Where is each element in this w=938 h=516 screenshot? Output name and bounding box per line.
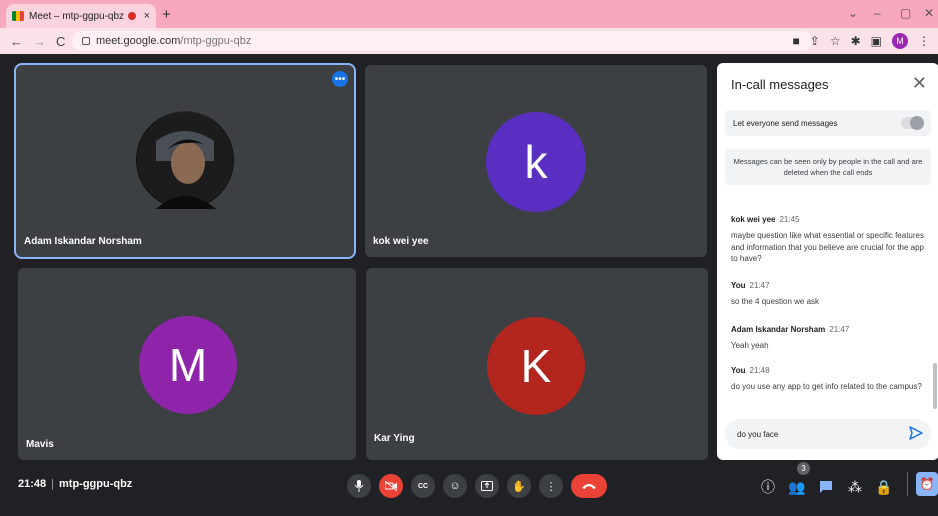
menu-kebab-icon[interactable]: ⋮: [918, 34, 930, 48]
message-sender: You: [731, 281, 746, 290]
present-screen-button[interactable]: [475, 474, 499, 498]
participant-name: kok wei yee: [373, 236, 429, 247]
message-time: 21:47: [749, 281, 770, 290]
chat-message: You 21:48 do you use any app to get info …: [731, 360, 927, 393]
participant-avatar: K: [487, 317, 585, 415]
people-icon[interactable]: 👥: [786, 476, 808, 498]
url-domain: meet.google.com: [96, 35, 181, 47]
share-icon[interactable]: ⇪: [810, 34, 820, 48]
side-panel-icon[interactable]: ▣: [871, 34, 882, 48]
browser-tab[interactable]: Meet – mtp-ggpu-qbz ×: [6, 4, 156, 28]
camera-indicator-icon[interactable]: ■: [793, 34, 800, 48]
more-options-button[interactable]: •••: [332, 71, 348, 87]
url-field[interactable]: meet.google.com/mtp-ggpu-qbz: [72, 31, 812, 51]
url-path: /mtp-ggpu-qbz: [180, 35, 252, 47]
tab-close-button[interactable]: ×: [144, 10, 150, 22]
captions-button[interactable]: CC: [411, 474, 435, 498]
extensions-icon[interactable]: ✱: [851, 34, 861, 48]
participant-tile[interactable]: k kok wei yee: [365, 65, 707, 257]
participant-tile[interactable]: ••• Adam Iskandar Norsham: [14, 63, 356, 259]
new-tab-button[interactable]: +: [162, 6, 171, 23]
leave-call-button[interactable]: [571, 474, 607, 498]
person-photo-icon: [137, 112, 233, 209]
participant-tile[interactable]: M Mavis: [18, 268, 356, 460]
toggle-knob: [910, 116, 924, 130]
separator: |: [51, 478, 54, 490]
chat-scrollbar[interactable]: [933, 363, 937, 409]
tab-title: Meet – mtp-ggpu-qbz: [29, 10, 125, 22]
close-window-button[interactable]: ✕: [924, 6, 934, 20]
participant-photo: [136, 111, 234, 209]
hand-icon: ✋: [512, 480, 526, 493]
meet-favicon-icon: [12, 11, 24, 21]
send-messages-toggle[interactable]: [901, 116, 924, 130]
participant-tile[interactable]: K Kar Ying: [366, 268, 708, 460]
camera-off-icon: [385, 481, 397, 491]
profile-avatar[interactable]: M: [892, 33, 908, 49]
host-controls-lock-icon[interactable]: 🔒: [873, 476, 895, 498]
address-bar-row: ← → C meet.google.com/mtp-ggpu-qbz ■ ⇪ ☆…: [0, 28, 938, 54]
chat-bubble-icon: [820, 481, 832, 493]
camera-off-button[interactable]: [379, 474, 403, 498]
tab-search-button[interactable]: ⌄: [848, 6, 858, 20]
meeting-code: mtp-ggpu-qbz: [59, 478, 133, 490]
send-messages-toggle-row: Let everyone send messages: [725, 110, 931, 136]
reload-icon[interactable]: C: [56, 34, 65, 49]
browser-titlebar: Meet – mtp-ggpu-qbz × + ⌄ – ▢ ✕: [0, 0, 938, 28]
back-icon[interactable]: ←: [10, 34, 23, 49]
participant-name: Adam Iskandar Norsham: [24, 236, 142, 247]
message-draft: do you face: [737, 429, 779, 439]
alarm-clock-icon[interactable]: ⏰: [916, 472, 938, 496]
toggle-label: Let everyone send messages: [733, 118, 838, 128]
maximize-button[interactable]: ▢: [900, 6, 911, 20]
message-text: so the 4 question we ask: [731, 297, 820, 306]
captions-icon: CC: [417, 482, 429, 490]
participant-avatar: M: [139, 316, 237, 414]
chat-icon[interactable]: [815, 476, 837, 498]
chat-message: Adam Iskandar Norsham 21:47 Yeah yeah: [731, 319, 927, 352]
close-panel-button[interactable]: ✕: [912, 73, 927, 94]
bookmark-star-icon[interactable]: ☆: [830, 34, 841, 48]
participants-count-badge: 3: [797, 462, 810, 475]
lock-icon: [82, 37, 90, 45]
in-call-messages-panel: In-call messages ✕ Let everyone send mes…: [717, 63, 938, 460]
message-sender: kok wei yee: [731, 215, 776, 224]
message-text: Yeah yeah: [731, 341, 769, 350]
meeting-time: 21:48: [18, 478, 47, 490]
message-input[interactable]: do you face: [725, 419, 931, 449]
microphone-button[interactable]: [347, 474, 371, 498]
more-options-button[interactable]: ⋮: [539, 474, 563, 498]
reactions-button[interactable]: ☺: [443, 474, 467, 498]
divider: [907, 472, 908, 496]
send-icon[interactable]: [909, 426, 923, 440]
chat-message: You 21:47 so the 4 question we ask: [731, 275, 927, 308]
more-vert-icon: ⋮: [545, 480, 557, 493]
message-sender: Adam Iskandar Norsham: [731, 325, 826, 334]
activities-icon[interactable]: ⁂: [844, 476, 866, 498]
present-icon: [481, 481, 493, 491]
message-text: maybe question like what essential or sp…: [731, 231, 925, 263]
microphone-icon: [354, 480, 364, 492]
meeting-details: 21:48 | mtp-ggpu-qbz: [18, 478, 132, 490]
message-time: 21:45: [779, 215, 800, 224]
message-time: 21:47: [829, 325, 850, 334]
chat-message: kok wei yee 21:45 maybe question like wha…: [731, 209, 927, 265]
participant-avatar: k: [486, 112, 586, 212]
emoji-icon: ☺: [449, 480, 461, 492]
chat-info-notice: Messages can be seen only by people in t…: [725, 149, 931, 185]
message-sender: You: [731, 366, 746, 375]
message-time: 21:48: [749, 366, 770, 375]
participant-name: Mavis: [26, 439, 54, 450]
minimize-button[interactable]: –: [874, 6, 881, 20]
browser-toolbar: ■ ⇪ ☆ ✱ ▣ M ⋮: [793, 33, 930, 49]
forward-icon[interactable]: →: [33, 34, 46, 49]
panel-title: In-call messages: [731, 77, 829, 92]
recording-dot-icon: [127, 12, 136, 20]
meeting-details-info-icon[interactable]: ⓘ: [757, 476, 779, 498]
hang-up-icon: [582, 484, 596, 489]
participant-name: Kar Ying: [374, 433, 415, 444]
raise-hand-button[interactable]: ✋: [507, 474, 531, 498]
message-text: do you use any app to get info related t…: [731, 382, 922, 391]
